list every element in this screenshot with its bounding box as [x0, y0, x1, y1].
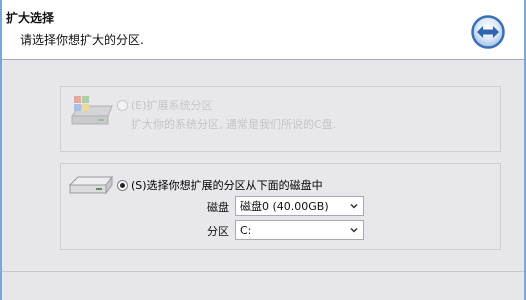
partition-select[interactable]: C:	[235, 220, 364, 240]
page-subtitle: 请选择你想扩大的分区.	[20, 33, 144, 47]
partition-label: 分区	[207, 225, 229, 238]
disk-select[interactable]: 磁盘0 (40.00GB)	[235, 196, 364, 216]
drive-icon	[68, 175, 113, 195]
option-extend-system[interactable]: (E)扩展系统分区	[117, 97, 213, 113]
option-extend-system-label: (E)扩展系统分区	[131, 99, 213, 112]
partition-select-value: C:	[240, 223, 252, 237]
option-choose-partition-label: (S)选择你想扩展的分区从下面的磁盘中	[131, 179, 323, 192]
option-extend-system-description: 扩大你的系统分区, 通常是我们所说的C盘.	[131, 118, 337, 131]
page-title: 扩大选择	[6, 11, 55, 25]
disk-select-value: 磁盘0 (40.00GB)	[240, 200, 329, 213]
double-arrow-icon	[471, 15, 505, 49]
option-choose-partition[interactable]: (S)选择你想扩展的分区从下面的磁盘中	[117, 177, 323, 193]
chevron-down-icon	[350, 227, 358, 233]
wizard-header: 扩大选择 请选择你想扩大的分区.	[0, 0, 526, 60]
windows-drive-icon	[70, 96, 113, 125]
chevron-down-icon	[350, 203, 358, 209]
radio-choose-partition[interactable]	[117, 179, 128, 191]
radio-extend-system[interactable]	[117, 99, 128, 111]
footer-divider	[0, 271, 526, 272]
disk-label: 磁盘	[207, 201, 229, 214]
